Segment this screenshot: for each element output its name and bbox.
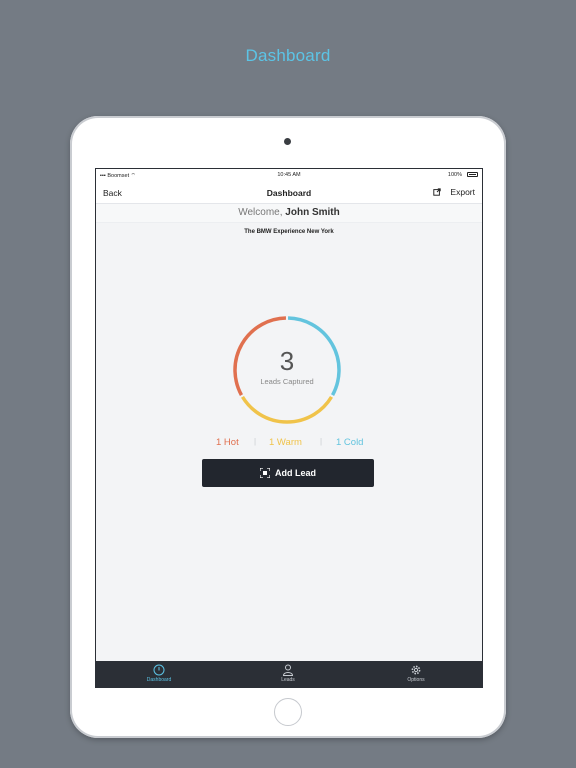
person-icon	[282, 664, 294, 676]
welcome-banner: Welcome, John Smith	[96, 204, 482, 223]
tab-label: Dashboard	[146, 677, 172, 683]
warm-count: 1 Warm	[269, 437, 302, 448]
separator: |	[320, 437, 323, 446]
gear-icon	[411, 665, 421, 675]
nav-title: Dashboard	[266, 188, 312, 198]
add-lead-label: Add Lead	[274, 468, 316, 478]
leads-total: 3	[279, 346, 295, 376]
export-label: Export	[450, 187, 475, 197]
battery-icon	[467, 172, 478, 177]
export-icon	[433, 188, 442, 196]
app-screen: ▪▪▪ Boomset ⌔ 10:45 AM 100% Back Dashboa…	[95, 168, 483, 688]
tab-label: Leads	[281, 677, 295, 683]
home-button[interactable]	[274, 698, 302, 726]
nav-bar: Back Dashboard Export	[96, 181, 482, 204]
status-time: 10:45 AM	[277, 172, 301, 178]
page-title: Dashboard	[245, 46, 331, 65]
tab-leads[interactable]: Leads	[258, 664, 318, 683]
battery-percent: 100%	[447, 172, 462, 178]
export-button[interactable]: Export	[433, 187, 475, 197]
add-lead-button[interactable]: Add Lead	[202, 459, 374, 487]
tab-dashboard[interactable]: Dashboard	[129, 664, 189, 683]
welcome-prefix: Welcome,	[238, 207, 283, 218]
camera-dot	[284, 138, 291, 145]
leads-donut: 3 Leads Captured	[231, 314, 343, 426]
tablet-frame: ▪▪▪ Boomset ⌔ 10:45 AM 100% Back Dashboa…	[70, 116, 506, 738]
tab-options[interactable]: Options	[386, 664, 446, 683]
qr-scan-icon	[259, 468, 270, 478]
user-name: John Smith	[285, 207, 340, 218]
dashboard-icon	[153, 664, 165, 676]
status-bar: ▪▪▪ Boomset ⌔ 10:45 AM 100%	[96, 169, 482, 181]
separator: |	[254, 437, 257, 446]
donut-center: 3 Leads Captured	[231, 314, 343, 426]
hot-count: 1 Hot	[216, 437, 239, 448]
venue-name: The BMW Experience New York	[244, 229, 334, 235]
leads-caption: Leads Captured	[260, 377, 314, 386]
tab-label: Options	[407, 677, 425, 683]
tab-bar: Dashboard Leads Options	[96, 661, 482, 687]
cold-count: 1 Cold	[336, 437, 364, 448]
